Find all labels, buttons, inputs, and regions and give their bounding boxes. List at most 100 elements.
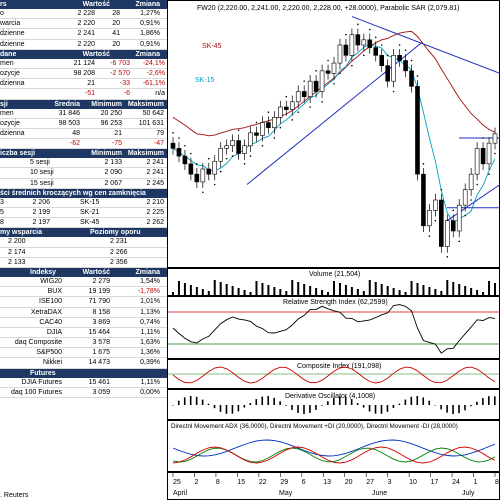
candle-body — [319, 70, 325, 92]
sar-dot — [357, 23, 359, 26]
data-row-cell-1: 21 124 — [73, 59, 95, 67]
technical-chart: FW20 (2,220.00, 2,241.00, 2,220.00, 2,22… — [167, 0, 500, 500]
index-row: Nikkei 14 473 0,39% — [0, 358, 167, 369]
sar-dot — [285, 95, 288, 98]
candle-body — [206, 168, 212, 175]
sar-dot — [410, 59, 413, 62]
data-row: ozycje 98 208 -2 570 -2,6% — [0, 69, 167, 80]
date-tick-label: 15 — [237, 479, 245, 486]
data-row-cell-0: men — [0, 59, 14, 67]
index-row-cell-0: WIG20 — [40, 277, 62, 285]
stats-header-col-1: Średnia — [54, 100, 80, 108]
sessions-header-col-1: Minimum — [91, 150, 122, 158]
candle-body — [355, 34, 361, 46]
oscillator-bar — [380, 405, 383, 414]
candle-body — [260, 122, 265, 136]
oscillator-bar — [207, 403, 210, 405]
candle-body — [248, 132, 253, 147]
sar-dot — [184, 144, 186, 147]
ma-row-cell-2: SK-15 — [80, 198, 100, 206]
volume-bar — [303, 284, 306, 295]
sar-dot — [279, 126, 282, 129]
oscillator-bar — [213, 405, 216, 409]
data-row-cell-2: -6 703 — [110, 59, 130, 67]
index-row: BUX 19 199 -1,78% — [0, 287, 167, 298]
data-row: men 21 124 -6 703 -24,1% — [0, 59, 167, 69]
stats-row-cell-1: 48 — [72, 129, 80, 137]
volume-bar — [189, 285, 192, 295]
oscillator-bar — [338, 396, 341, 405]
levels-header: my wsparcia Poziomy oporu — [0, 228, 167, 238]
data-header: dane Wartość Zmiana — [0, 49, 167, 59]
sar-dot — [363, 54, 365, 57]
oscillator-bar — [458, 405, 460, 414]
oscillator-bar — [470, 405, 472, 407]
oscillator-bar — [225, 405, 228, 414]
sar-dot — [476, 183, 478, 186]
candle-body — [486, 142, 492, 165]
sar-dot — [207, 157, 210, 160]
oscillator-bar — [273, 397, 275, 405]
sar-dot — [345, 33, 347, 36]
oscillator-bar — [374, 405, 377, 414]
ma-row-cell-1: 2 197 — [32, 219, 50, 227]
volume-bar — [458, 284, 461, 295]
levels-row: 2 174 2 266 — [0, 248, 167, 258]
ma-row-cell-3: 2 225 — [146, 209, 164, 216]
sar-dot — [428, 235, 431, 237]
candle-body — [295, 91, 301, 103]
quotes-row: dzienne 2 220 20 0,91% — [0, 40, 167, 50]
oscillator-bar — [344, 396, 347, 405]
volume-bar — [273, 287, 276, 295]
oscillator-bar — [333, 397, 335, 405]
volume-bar — [392, 288, 395, 295]
oscillator-bar — [356, 403, 359, 405]
quotes-row-cell-0: warcia — [0, 20, 21, 28]
price-panel-title: FW20 (2,220.00, 2,241.00, 2,220.00, 2,22… — [197, 5, 459, 12]
oscillator-bar — [494, 396, 496, 405]
sar-dot — [243, 163, 246, 165]
volume-bar — [470, 288, 473, 295]
stats-row-cell-1: 98 503 — [58, 119, 80, 127]
oscillator-bar — [249, 403, 252, 405]
levels-row-cell-1: 2 266 — [110, 248, 128, 256]
data-row-cell-1: -51 — [84, 90, 95, 98]
candle-body — [397, 55, 402, 61]
sessions-row: 10 sesji 2 090 2 241 — [0, 168, 167, 179]
ma-row-cell-2: SK-21 — [80, 209, 100, 216]
index-row: DJIA 15 464 1,11% — [0, 328, 167, 339]
oscillator-bar — [172, 405, 174, 406]
month-label: April — [173, 490, 187, 497]
sar-dot — [327, 59, 329, 62]
volume-bar — [213, 280, 216, 295]
volume-bar — [422, 285, 425, 295]
candle-body — [391, 55, 396, 82]
candle-body — [212, 160, 218, 175]
candle-body — [283, 106, 289, 110]
volume-bar — [195, 287, 198, 295]
sar-dot — [315, 70, 317, 72]
oscillator-bar — [285, 405, 287, 406]
index-row-cell-1: 1 675 — [92, 349, 110, 357]
oscillator-bar — [488, 396, 490, 405]
volume-bars — [172, 280, 496, 295]
oscillator-bar — [315, 405, 317, 410]
volume-bar — [255, 281, 258, 295]
candle-body — [361, 39, 367, 46]
data-row-cell-0: dzienna — [0, 80, 25, 88]
sar-dot — [380, 44, 383, 46]
ma-row-cell-1: 2 206 — [32, 198, 50, 206]
sar-dot — [374, 36, 377, 39]
ci-label: Composite Index (191,098) — [297, 363, 381, 370]
stats-row: men 31 846 20 250 50 642 — [0, 109, 167, 119]
oscillator-bar — [279, 401, 281, 405]
volume-bar — [440, 291, 443, 295]
data-row-cell-2: -6 — [123, 90, 130, 98]
sessions-row-cell-1: 2 067 — [104, 179, 122, 187]
volume-bar — [225, 284, 228, 295]
volume-bar — [434, 289, 437, 295]
sar-dot — [237, 129, 240, 132]
oscillator-bar — [440, 405, 442, 410]
sar-dot — [482, 137, 484, 139]
oscillator-bar — [303, 405, 305, 414]
